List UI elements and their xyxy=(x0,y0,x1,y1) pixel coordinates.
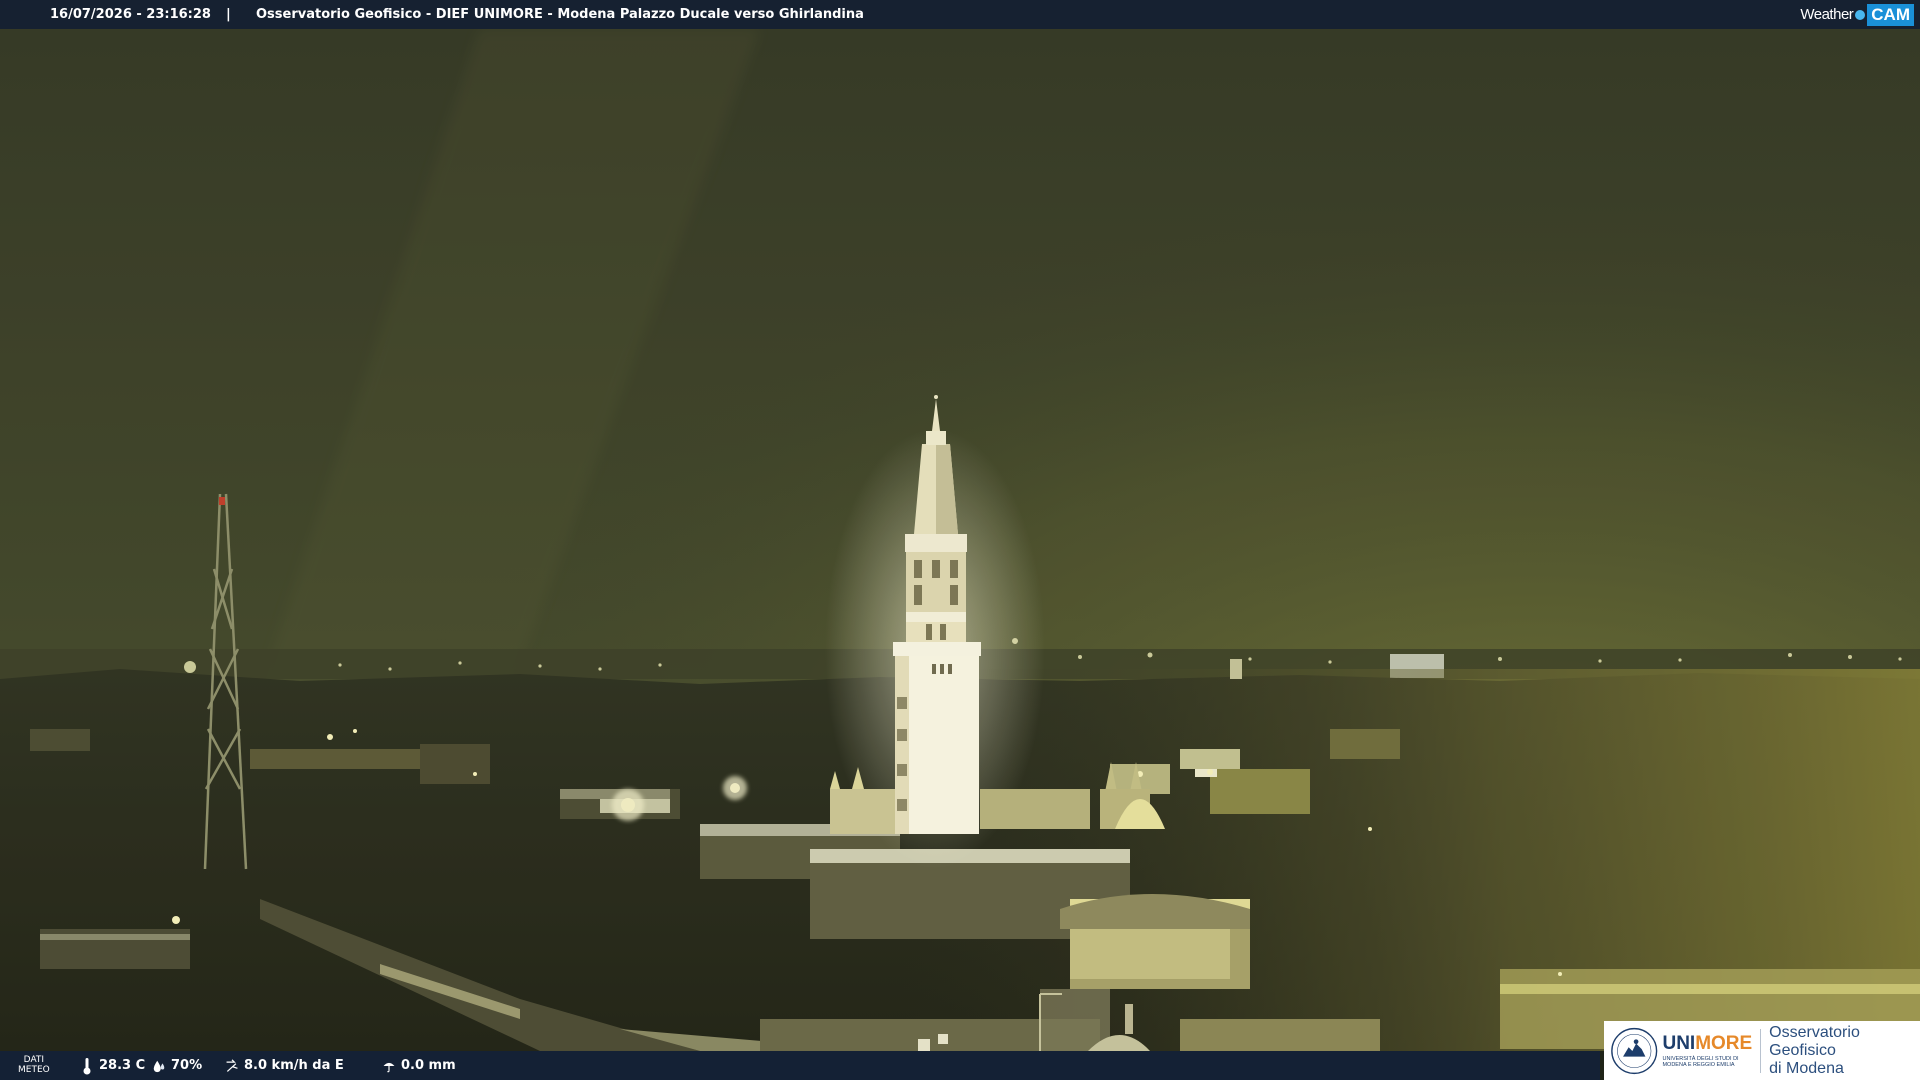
observatory-name-line2: di Modena xyxy=(1769,1059,1844,1077)
logo-divider xyxy=(1760,1028,1762,1073)
brand-weather-text: Weather xyxy=(1800,6,1854,23)
title-separator: | xyxy=(226,7,231,22)
brand-cam-text: CAM xyxy=(1867,3,1914,26)
webcam-image xyxy=(0,29,1920,1051)
webcam-frame: 16/07/2026 - 23:16:28 | Osservatorio Geo… xyxy=(0,0,1920,1080)
university-seal-icon xyxy=(1611,1027,1658,1074)
unimore-subtitle-line2: MODENA E REGGIO EMILIA xyxy=(1662,1061,1735,1068)
thermometer-icon xyxy=(80,1057,94,1075)
wind-reading: 8.0 km/h da E xyxy=(225,1051,344,1080)
rain-reading: 0.0 mm xyxy=(382,1051,456,1080)
weathercam-logo[interactable]: Weather CAM xyxy=(1800,3,1914,26)
brand-globe-icon xyxy=(1855,9,1866,20)
camera-title: Osservatorio Geofisico - DIEF UNIMORE - … xyxy=(256,7,864,22)
humidity-drop-icon xyxy=(152,1057,166,1075)
humidity-reading: 70% xyxy=(152,1051,202,1080)
wind-value: 8.0 km/h da E xyxy=(244,1058,344,1073)
temperature-value: 28.3 C xyxy=(99,1058,146,1073)
top-info-bar: 16/07/2026 - 23:16:28 | Osservatorio Geo… xyxy=(0,0,1920,29)
temperature-reading: 28.3 C xyxy=(80,1051,145,1080)
unimore-wordmark: UNIMORE UNIVERSITÀ DEGLI STUDI DI MODENA… xyxy=(1662,1025,1752,1077)
rain-umbrella-icon xyxy=(382,1057,396,1075)
unimore-name-more: MORE xyxy=(1695,1032,1753,1054)
dati-label-line2: METEO xyxy=(18,1065,50,1075)
humidity-value: 70% xyxy=(171,1058,203,1073)
wind-icon xyxy=(225,1057,239,1075)
timestamp: 16/07/2026 - 23:16:28 xyxy=(50,7,211,22)
rain-value: 0.0 mm xyxy=(401,1058,456,1073)
unimore-logo-box[interactable]: UNIMORE UNIVERSITÀ DEGLI STUDI DI MODENA… xyxy=(1604,1021,1920,1080)
unimore-name: UNIMORE xyxy=(1662,1032,1753,1054)
dati-meteo-label: DATI METEO xyxy=(18,1055,50,1075)
dati-label-line1: DATI xyxy=(23,1055,45,1065)
observatory-name-line1: Osservatorio Geofisico xyxy=(1769,1023,1860,1059)
weather-data-bar: DATI METEO 28.3 C 70% 8.0 km/h da E 0.0 … xyxy=(0,1051,1600,1080)
unimore-name-uni: UNI xyxy=(1662,1032,1696,1054)
observatory-name: Osservatorio Geofisico di Modena xyxy=(1769,1024,1920,1078)
